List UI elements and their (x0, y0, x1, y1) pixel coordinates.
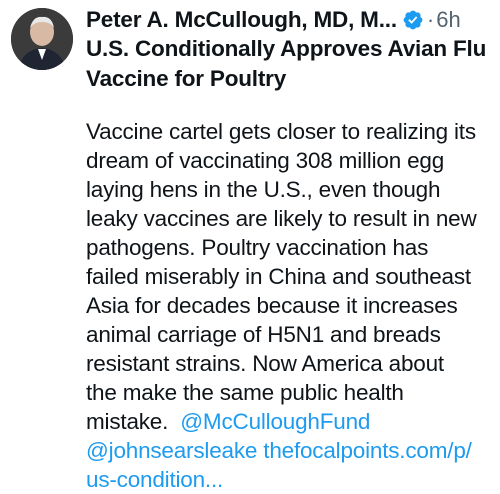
separator-dot: · (426, 7, 435, 32)
body-line: the make the same public health (86, 380, 404, 405)
url-link-continued[interactable]: us-condition... (86, 467, 223, 492)
verified-badge-icon (402, 9, 424, 31)
tweet[interactable]: Peter A. McCullough, MD, M... · 6h U.S. … (0, 0, 500, 492)
mention-mcculloughfund[interactable]: @McCulloughFund (180, 409, 370, 434)
body-line: resistant strains. Now America about (86, 351, 444, 376)
timestamp[interactable]: 6h (436, 7, 460, 33)
body-line: dream of vaccinating 308 million egg (86, 148, 445, 173)
headline-line: U.S. Conditionally Approves Avian Flu (86, 36, 487, 61)
author-name[interactable]: Peter A. McCullough, MD, M... (86, 7, 397, 33)
body-text-mistake: mistake. (86, 409, 181, 434)
url-link[interactable]: thefocalpoints.com/p/ (263, 438, 472, 463)
body-line-last: mistake. @McCulloughFund (86, 407, 496, 436)
avatar[interactable] (11, 8, 73, 70)
body-line: leaky vaccines are likely to result in n… (86, 206, 477, 231)
body-line-url: us-condition... (86, 465, 496, 494)
avatar-image (11, 8, 73, 70)
tweet-header: Peter A. McCullough, MD, M... · 6h (86, 2, 492, 38)
body-line: Vaccine cartel gets closer to realizing … (86, 119, 476, 144)
body-line: laying hens in the U.S., even though (86, 177, 441, 202)
mention-johnsearsleake[interactable]: @johnsearsleake (86, 438, 257, 463)
body-line: animal carriage of H5N1 and breads (86, 322, 441, 347)
body-line: failed miserably in China and southeast (86, 264, 471, 289)
body-line-links: @johnsearsleake thefocalpoints.com/p/ (86, 436, 496, 465)
body-line: Asia for decades because it increases (86, 293, 458, 318)
headline-line: Vaccine for Poultry (86, 66, 287, 91)
body-line: pathogens. Poultry vaccination has (86, 235, 429, 260)
tweet-body: Vaccine cartel gets closer to realizing … (86, 117, 496, 494)
tweet-headline: U.S. Conditionally Approves Avian Flu Va… (86, 34, 491, 94)
